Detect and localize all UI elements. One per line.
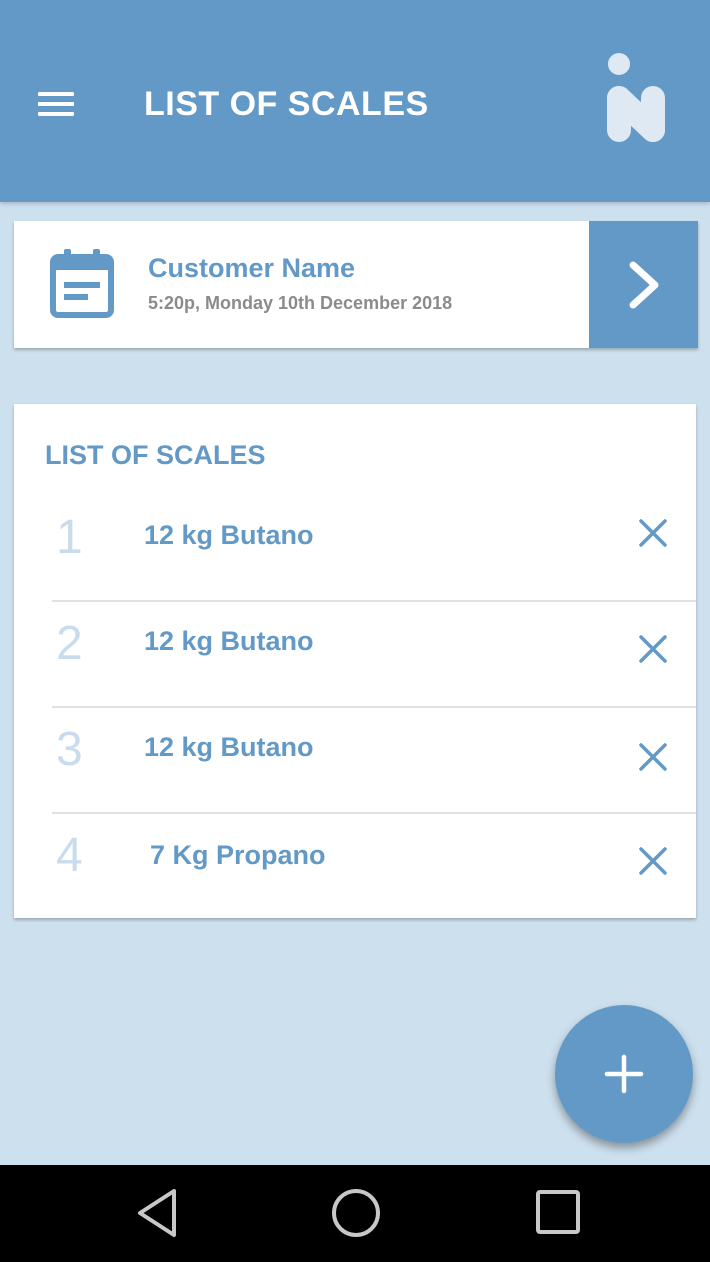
triangle-back-icon[interactable] — [132, 1187, 182, 1239]
scales-card: LIST OF SCALES 1 12 kg Butano 2 12 kg Bu… — [14, 404, 696, 918]
list-item[interactable]: 2 12 kg Butano — [52, 600, 696, 708]
system-navigation-bar — [0, 1165, 710, 1262]
chevron-right-icon — [629, 261, 658, 308]
list-item[interactable]: 4 7 Kg Propano — [52, 812, 696, 918]
scale-number: 2 — [56, 617, 83, 670]
customer-datetime: 5:20p, Monday 10th December 2018 — [148, 293, 453, 313]
list-item[interactable]: 1 12 kg Butano — [52, 494, 696, 602]
app-bar: LIST OF SCALES — [0, 0, 710, 202]
scale-label: 12 kg Butano — [144, 520, 314, 550]
calendar-icon — [50, 249, 114, 319]
square-recent-icon[interactable] — [534, 1187, 582, 1237]
scale-label: 12 kg Butano — [144, 732, 314, 762]
close-icon[interactable] — [638, 846, 668, 876]
close-icon[interactable] — [638, 634, 668, 664]
plus-icon — [604, 1054, 644, 1094]
customer-name: Customer Name — [148, 253, 356, 283]
close-icon[interactable] — [638, 742, 668, 772]
close-icon[interactable] — [638, 518, 668, 548]
scales-list-title: LIST OF SCALES — [45, 440, 266, 470]
scale-number: 4 — [56, 829, 83, 882]
add-scale-button[interactable] — [555, 1005, 693, 1143]
scale-label: 12 kg Butano — [144, 626, 314, 656]
open-customer-button[interactable] — [589, 221, 698, 348]
scale-label: 7 Kg Propano — [150, 840, 326, 870]
scale-number: 1 — [56, 511, 83, 564]
hamburger-menu-icon[interactable] — [38, 92, 74, 116]
customer-card: Customer Name 5:20p, Monday 10th Decembe… — [14, 221, 698, 348]
list-item[interactable]: 3 12 kg Butano — [52, 706, 696, 814]
page-title: LIST OF SCALES — [144, 85, 429, 123]
app-logo-icon — [604, 52, 668, 144]
scale-number: 3 — [56, 723, 83, 776]
circle-home-icon[interactable] — [330, 1187, 382, 1239]
